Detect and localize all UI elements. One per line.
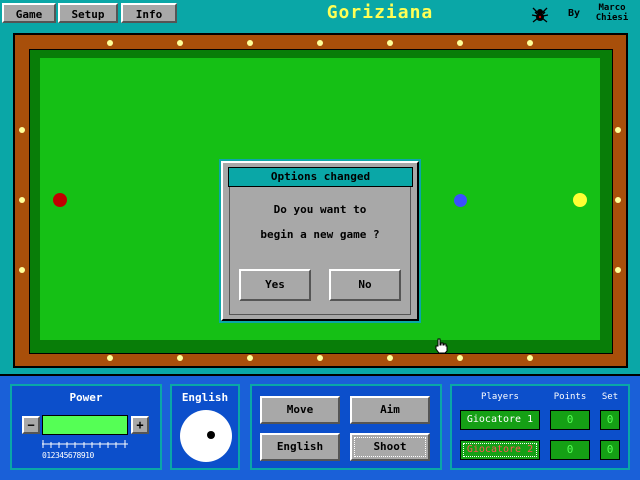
author-last-name: Chiesi bbox=[595, 13, 629, 23]
menu-setup-button[interactable]: Setup bbox=[58, 3, 118, 23]
author-first-name: Marco bbox=[598, 3, 626, 13]
yellow-ball bbox=[573, 193, 587, 207]
rail-diamond bbox=[615, 267, 621, 273]
rail-diamond bbox=[387, 355, 393, 361]
app-title: Goriziana bbox=[326, 2, 434, 23]
rail-diamond bbox=[107, 355, 113, 361]
no-button[interactable]: No bbox=[329, 269, 401, 301]
menu-info-button[interactable]: Info bbox=[121, 3, 177, 23]
rail-diamond bbox=[177, 355, 183, 361]
credit-by: By bbox=[568, 8, 581, 19]
yes-button[interactable]: Yes bbox=[239, 269, 311, 301]
blue-ball bbox=[454, 194, 467, 207]
player-1-points: 0 bbox=[550, 410, 590, 430]
spider-icon bbox=[531, 7, 549, 23]
rail-diamond bbox=[177, 40, 183, 46]
rail-diamond bbox=[317, 355, 323, 361]
power-increase-button[interactable]: + bbox=[131, 416, 149, 434]
set-header: Set bbox=[601, 392, 619, 402]
aim-button[interactable]: Aim bbox=[350, 396, 430, 424]
game-screen: Game Setup Info Goriziana By Marco Chies… bbox=[0, 0, 640, 480]
player-1-set: 0 bbox=[600, 410, 620, 430]
hand-cursor-icon bbox=[435, 338, 448, 354]
rail-diamond bbox=[457, 355, 463, 361]
rail-diamond bbox=[527, 40, 533, 46]
rail-diamond bbox=[19, 197, 25, 203]
power-bar-fill bbox=[43, 416, 127, 434]
rail-diamond bbox=[19, 267, 25, 273]
dialog-title: Options changed bbox=[228, 167, 413, 187]
player-1-name: Giocatore 1 bbox=[460, 410, 540, 430]
english-spin-point[interactable] bbox=[207, 431, 215, 439]
power-scale-numbers: 012345678910 bbox=[42, 451, 94, 460]
shoot-button[interactable]: Shoot bbox=[350, 433, 430, 461]
player-2-points: 0 bbox=[550, 440, 590, 460]
move-button[interactable]: Move bbox=[260, 396, 340, 424]
players-header: Players bbox=[481, 392, 519, 402]
player-2-name: Giocatore 2 bbox=[460, 440, 540, 460]
credit-author: Marco Chiesi bbox=[592, 3, 632, 23]
rail-diamond bbox=[247, 40, 253, 46]
english-button[interactable]: English bbox=[260, 433, 340, 461]
rail-diamond bbox=[615, 197, 621, 203]
power-scale-ticks bbox=[42, 440, 128, 448]
dialog-message-line2: begin a new game ? bbox=[260, 228, 380, 241]
rail-diamond bbox=[527, 355, 533, 361]
rail-diamond bbox=[317, 40, 323, 46]
rail-diamond bbox=[19, 127, 25, 133]
power-bar[interactable] bbox=[42, 415, 128, 435]
menu-game-button[interactable]: Game bbox=[2, 3, 56, 23]
english-spin-selector[interactable] bbox=[180, 410, 232, 462]
dialog-message-line1: Do you want to bbox=[273, 203, 367, 216]
power-label: Power bbox=[69, 391, 103, 404]
player-2-set: 0 bbox=[600, 440, 620, 460]
rail-diamond bbox=[615, 127, 621, 133]
rail-diamond bbox=[247, 355, 253, 361]
power-decrease-button[interactable]: − bbox=[22, 416, 40, 434]
red-ball bbox=[53, 193, 67, 207]
rail-diamond bbox=[107, 40, 113, 46]
points-header: Points bbox=[553, 392, 587, 402]
rail-diamond bbox=[457, 40, 463, 46]
rail-diamond bbox=[387, 40, 393, 46]
english-label: English bbox=[181, 391, 229, 404]
